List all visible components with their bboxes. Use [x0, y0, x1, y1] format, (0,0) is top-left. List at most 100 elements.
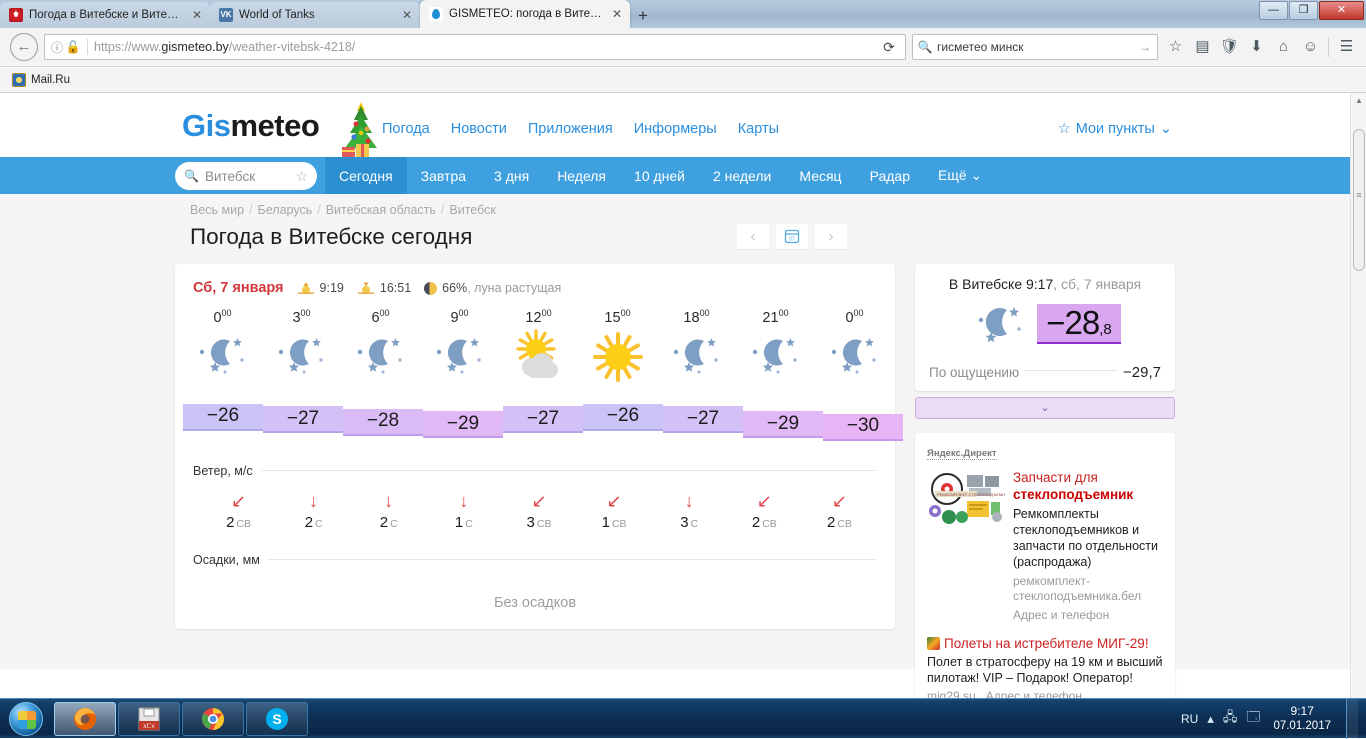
search-bar[interactable]: 🔍 гисметео минск →	[912, 34, 1158, 60]
page-info-icon[interactable]: ⓘ	[49, 39, 65, 56]
current-header: В Витебске 9:17, сб, 7 января	[929, 276, 1161, 292]
maximize-button[interactable]: ❐	[1289, 1, 1318, 20]
breadcrumb-item-1[interactable]: Беларусь	[258, 203, 313, 217]
hour-weather-icon	[262, 326, 341, 388]
hour-column: 2100	[736, 308, 815, 388]
prev-day-button[interactable]: ‹	[737, 224, 769, 249]
tab-radar[interactable]: Радар	[856, 157, 924, 194]
topnav-pogoda[interactable]: Погода	[382, 121, 430, 137]
temperature-segment: −29	[743, 411, 823, 439]
tab-10-dney[interactable]: 10 дней	[620, 157, 699, 194]
wind-speed: 1 СВ	[601, 513, 627, 531]
wind-speed: 2 СВ	[751, 513, 777, 531]
ad-item-2[interactable]: Полеты на истребителе МИГ-29! Полет в ст…	[927, 635, 1163, 698]
language-indicator[interactable]: RU	[1181, 712, 1198, 726]
star-icon[interactable]: ☆	[1162, 34, 1189, 60]
bookmark-mailru[interactable]: Mail.Ru	[6, 71, 76, 89]
moon-percent: 66%	[442, 281, 468, 295]
logo-part1: Gis	[182, 108, 231, 143]
insecure-lock-icon[interactable]: 🔓	[65, 40, 81, 54]
hour-time: 300	[292, 308, 311, 326]
window-close-button[interactable]: ✕	[1319, 1, 1364, 20]
topnav-novosti[interactable]: Новости	[451, 121, 507, 137]
moon-info: 66%, луна растущая	[424, 281, 561, 295]
tab-mesyats[interactable]: Месяц	[785, 157, 855, 194]
hamburger-menu-icon[interactable]: ☰	[1333, 34, 1360, 60]
download-icon[interactable]: ⬇	[1243, 34, 1270, 60]
ad2-contact[interactable]: Адрес и телефон	[986, 689, 1082, 698]
svg-text:РЕМКОМПЛЕКТ СТЕКЛОПОДЪЕМНИКА: РЕМКОМПЛЕКТ СТЕКЛОПОДЪЕМНИКА	[937, 492, 1005, 497]
smiley-icon[interactable]: ☺	[1297, 34, 1324, 60]
my-points-button[interactable]: ☆ Мои пункты ⌄	[1058, 121, 1172, 137]
search-go-icon[interactable]: →	[1137, 40, 1153, 54]
calendar-icon-button[interactable]: 07	[776, 224, 808, 249]
topnav-karty[interactable]: Карты	[738, 121, 779, 137]
tab-close-icon[interactable]: ✕	[610, 7, 624, 21]
expand-widget-button[interactable]: ⌄	[915, 397, 1175, 419]
tab-zavtra[interactable]: Завтра	[407, 157, 480, 194]
taskbar-firefox[interactable]	[54, 701, 116, 736]
breadcrumb-item-0[interactable]: Весь мир	[190, 203, 244, 217]
browser-tab-0[interactable]: Погода в Витебске и Вите… ✕	[0, 2, 210, 28]
ad2-url[interactable]: mig29.su	[927, 689, 976, 698]
wind-direction-arrow-icon: ↙	[831, 490, 847, 511]
minimize-button[interactable]: ―	[1259, 1, 1288, 20]
hour-column: 000	[183, 308, 262, 388]
network-icon[interactable]: 🖧	[1223, 708, 1238, 730]
reload-icon[interactable]: ⟳	[877, 39, 901, 56]
show-desktop-button[interactable]	[1346, 698, 1358, 739]
tab-3-dnya[interactable]: 3 дня	[480, 157, 543, 194]
taskbar-skype[interactable]: S	[246, 701, 308, 736]
topnav-prilozheniya[interactable]: Приложения	[528, 121, 613, 137]
divider	[267, 559, 877, 561]
next-day-button[interactable]: ›	[815, 224, 847, 249]
reading-list-icon[interactable]: ▤	[1189, 34, 1216, 60]
scrollbar-thumb[interactable]	[1353, 129, 1365, 271]
tab-nedelya[interactable]: Неделя	[543, 157, 620, 194]
hour-time: 900	[450, 308, 469, 326]
city-search-box[interactable]: 🔍 Витебск ☆	[175, 162, 317, 190]
topnav-informery[interactable]: Информеры	[634, 121, 717, 137]
taskbar-chrome[interactable]	[182, 701, 244, 736]
ad-item-1[interactable]: РЕМКОМПЛЕКТ СТЕКЛОПОДЪЕМНИКА	[927, 469, 1163, 623]
wind-column: ↙ 2 СВ	[802, 488, 877, 531]
ad2-title[interactable]: Полеты на истребителе МИГ-29!	[927, 635, 1163, 652]
back-button[interactable]: ←	[10, 33, 38, 61]
ad-contact[interactable]: Адрес и телефон	[1013, 608, 1163, 623]
tab-close-icon[interactable]: ✕	[400, 8, 414, 22]
home-icon[interactable]: ⌂	[1270, 34, 1297, 60]
browser-tab-2[interactable]: GISMETEO: погода в Вите… ✕	[420, 0, 630, 28]
page-scrollbar[interactable]: ▲	[1350, 93, 1366, 698]
city-search-placeholder[interactable]: Витебск	[205, 169, 295, 184]
tab-segodnya[interactable]: Сегодня	[325, 157, 407, 194]
tab-close-icon[interactable]: ✕	[190, 8, 204, 22]
wind-column: ↙ 2 СВ	[201, 488, 276, 531]
hour-weather-icon	[657, 326, 736, 388]
show-hidden-icons-icon[interactable]: ▴	[1207, 711, 1214, 727]
new-tab-button[interactable]: +	[630, 4, 656, 28]
firefox-icon	[74, 707, 96, 730]
breadcrumb-item-3[interactable]: Витебск	[449, 203, 495, 217]
gismeteo-logo[interactable]: Gismeteo	[182, 108, 320, 144]
taskbar-xcv[interactable]: xCv	[118, 701, 180, 736]
scroll-up-arrow-icon[interactable]: ▲	[1351, 93, 1366, 109]
search-input-value[interactable]: гисметео минск	[933, 40, 1137, 54]
tab-title: World of Tanks	[239, 9, 315, 21]
taskbar-clock[interactable]: 9:17 07.01.2017	[1269, 704, 1331, 734]
tab-eshche[interactable]: Ещё ⌄	[924, 157, 996, 194]
favorite-star-icon[interactable]: ☆	[295, 168, 308, 185]
ad-title-line2: стеклоподъемник	[1013, 487, 1134, 502]
shield-icon[interactable]: 🛡	[1216, 34, 1243, 60]
yandex-direct-label[interactable]: Яндекс.Директ	[927, 448, 997, 460]
address-bar[interactable]: ⓘ 🔓 https://www.gismeteo.by/weather-vite…	[44, 34, 906, 60]
hour-column: 1800	[657, 308, 736, 388]
volume-icon[interactable]: 🗔	[1246, 708, 1260, 730]
breadcrumb-item-2[interactable]: Витебская область	[326, 203, 436, 217]
tab-2-nedeli[interactable]: 2 недели	[699, 157, 785, 194]
browser-tab-1[interactable]: VK World of Tanks ✕	[210, 2, 420, 28]
ad-title[interactable]: Запчасти для стеклоподъемник	[1013, 469, 1163, 503]
wind-speed: 1С	[454, 513, 473, 531]
start-button[interactable]	[0, 700, 52, 738]
ad-url[interactable]: ремкомплект-стеклоподъемника.бел	[1013, 574, 1163, 604]
hour-column: 900	[420, 308, 499, 388]
